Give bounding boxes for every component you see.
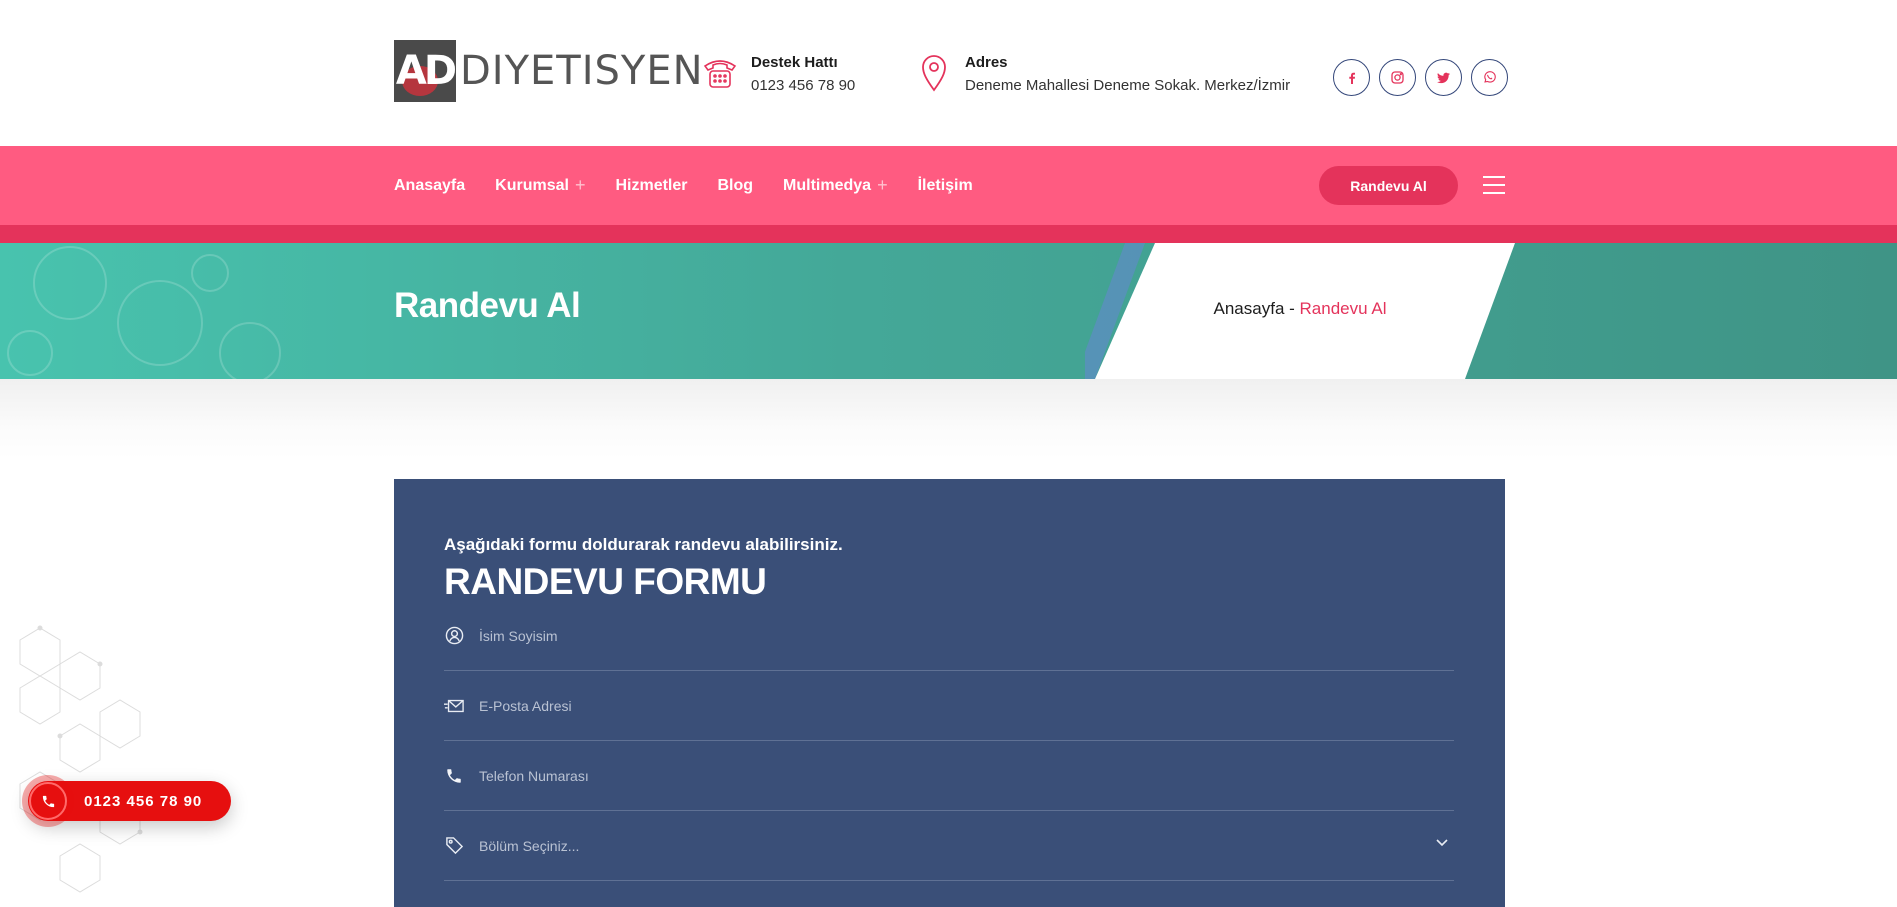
email-input[interactable] [479, 697, 1379, 714]
banner-shadow [0, 379, 1897, 459]
submenu-plus-icon: + [574, 175, 586, 195]
name-input[interactable] [479, 627, 1379, 644]
user-icon [444, 626, 464, 646]
twitter-icon[interactable] [1425, 59, 1462, 96]
logo-mark-text: AD [395, 48, 456, 94]
telephone-icon [700, 53, 740, 93]
address-value: Deneme Mahallesi Deneme Sokak. Merkez/İz… [965, 77, 1291, 94]
nav-item-hizmetler[interactable]: Hizmetler [615, 177, 687, 195]
location-pin-icon [914, 53, 954, 93]
top-header: AD DIYETISYEN Destek Hattı 0123 456 78 9… [0, 0, 1897, 146]
nav-item-multimedya[interactable]: Multimedya + [783, 175, 888, 196]
address-block: Adres Deneme Mahallesi Deneme Sokak. Mer… [914, 52, 1290, 98]
phone-icon [444, 766, 464, 786]
logo-text: DIYETISYEN [460, 48, 704, 94]
nav-item-anasayfa[interactable]: Anasayfa [394, 177, 465, 195]
site-logo[interactable]: AD DIYETISYEN [394, 40, 704, 102]
instagram-icon[interactable] [1379, 59, 1416, 96]
submenu-plus-icon: + [877, 175, 888, 195]
facebook-icon[interactable] [1333, 59, 1370, 96]
social-links [1333, 59, 1508, 96]
nav-item-label: Anasayfa [394, 176, 466, 194]
breadcrumb-current: Randevu Al [1299, 299, 1387, 318]
nav-bottom-stripe [0, 225, 1897, 243]
floating-call-button[interactable]: 0123 456 78 90 [22, 775, 231, 827]
form-subtitle: Aşağıdaki formu doldurarak randevu alabi… [444, 535, 843, 554]
nav-menu: Anasayfa Kurumsal + Hizmetler Blog Multim… [394, 146, 1003, 225]
chevron-down-icon [1436, 839, 1448, 847]
tag-icon [444, 836, 464, 856]
nav-item-label: Multimedya [783, 176, 872, 194]
main-navigation: Anasayfa Kurumsal + Hizmetler Blog Multim… [0, 146, 1897, 225]
nav-item-label: Hizmetler [615, 176, 688, 194]
phone-icon [29, 782, 67, 820]
whatsapp-icon[interactable] [1471, 59, 1508, 96]
logo-mark: AD [394, 40, 456, 102]
phone-field[interactable] [444, 741, 1454, 811]
form-title: RANDEVU FORMU [444, 561, 767, 602]
hamburger-menu-icon[interactable] [1483, 176, 1505, 194]
name-field[interactable] [444, 601, 1454, 671]
support-title: Destek Hattı [751, 54, 838, 71]
address-title: Adres [965, 54, 1008, 71]
nav-item-kurumsal[interactable]: Kurumsal + [495, 175, 585, 196]
appointment-button[interactable]: Randevu Al [1319, 166, 1458, 205]
call-number: 0123 456 78 90 [84, 792, 203, 810]
department-select[interactable]: Bölüm Seçiniz... [479, 838, 579, 854]
page-title: Randevu Al [394, 286, 581, 325]
nav-item-label: İletişim [917, 176, 973, 194]
support-phone[interactable]: 0123 456 78 90 [751, 74, 855, 98]
breadcrumb-home[interactable]: Anasayfa [1214, 299, 1285, 318]
hexagon-decoration [19, 625, 143, 893]
appointment-form: Aşağıdaki formu doldurarak randevu alabi… [394, 479, 1505, 907]
banner-decoration-image [7, 246, 281, 379]
nav-item-iletisim[interactable]: İletişim [918, 177, 973, 195]
breadcrumb: Anasayfa - Randevu Al [1130, 299, 1470, 319]
nav-item-label: Kurumsal [495, 176, 569, 194]
page-banner: Randevu Al Anasayfa - Randevu Al [0, 243, 1897, 379]
nav-item-label: Blog [717, 176, 754, 194]
breadcrumb-separator: - [1284, 299, 1300, 318]
support-line: Destek Hattı 0123 456 78 90 [700, 52, 855, 98]
nav-item-blog[interactable]: Blog [718, 177, 754, 195]
department-field[interactable]: Bölüm Seçiniz... [444, 811, 1454, 881]
email-field[interactable] [444, 671, 1454, 741]
phone-input[interactable] [479, 767, 1379, 784]
envelope-icon [444, 696, 464, 716]
